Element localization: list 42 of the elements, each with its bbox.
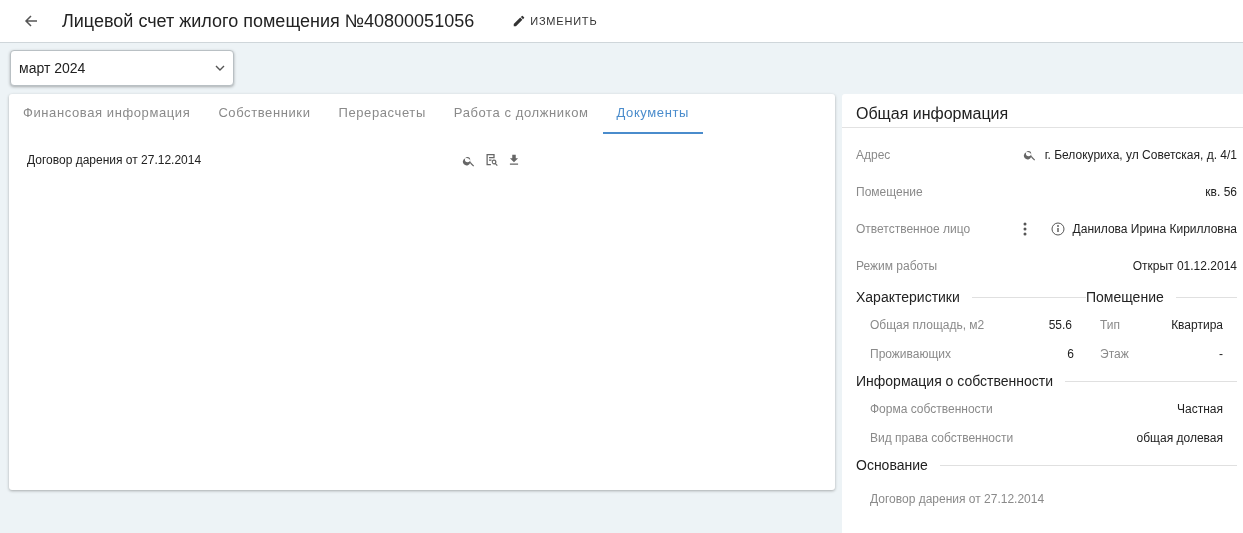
field-label: Этаж (1100, 345, 1129, 363)
field-value: 6 (1067, 345, 1074, 363)
download-icon[interactable] (507, 152, 521, 167)
edit-button[interactable]: ИЗМЕНИТЬ (506, 11, 604, 31)
field-label: Режим работы (856, 257, 938, 275)
page-title: Лицевой счет жилого помещения №40800051056 (62, 9, 475, 33)
chevron-down-icon (215, 65, 225, 71)
tab[interactable]: Документы (602, 94, 703, 134)
field-value: Квартира (1171, 316, 1223, 334)
section-title: Характеристики (856, 287, 960, 307)
period-select[interactable]: март 2024 (10, 50, 234, 86)
field-value: г. Белокуриха, ул Советская, д. 4/1 (1044, 146, 1237, 164)
section-title: Информация о собственности (856, 371, 1054, 391)
tab[interactable]: Собственники (204, 94, 325, 134)
field-label: Проживающих (870, 345, 952, 363)
field-label: Форма собственности (870, 400, 993, 418)
field-value: - (1219, 345, 1223, 363)
pencil-icon (512, 14, 527, 28)
field-value: Частная (1177, 400, 1223, 418)
field-label: Договор дарения от 27.12.2014 (870, 490, 1045, 508)
back-arrow-icon[interactable] (24, 14, 38, 28)
field-label: Тип (1100, 316, 1120, 334)
tab[interactable]: Работа с должником (439, 94, 603, 134)
tab[interactable]: Перерасчеты (324, 94, 440, 134)
field-label: Помещение (856, 183, 923, 201)
panel-title: Общая информация (842, 94, 1243, 128)
field-value: 55.6 (1048, 316, 1072, 334)
field-label: Общая площадь, м2 (870, 316, 985, 334)
field-label: Ответственное лицо (856, 220, 971, 238)
more-vertical-icon[interactable] (1022, 221, 1027, 236)
section-title: Основание (856, 455, 928, 475)
tab[interactable]: Финансовая информация (9, 94, 205, 134)
section-title: Помещение (1086, 287, 1164, 307)
info-icon[interactable] (1050, 221, 1065, 236)
field-value: Данилова Ирина Кирилловна (1072, 220, 1237, 238)
field-label: Адрес (856, 146, 891, 164)
field-label: Вид права собственности (870, 429, 1014, 447)
document-name: Договор дарения от 27.12.2014 (27, 151, 203, 169)
document-preview-icon[interactable] (484, 152, 499, 168)
field-value: Открыт 01.12.2014 (1132, 257, 1237, 275)
field-value: кв. 56 (1205, 183, 1237, 201)
field-value: общая долевая (1136, 429, 1223, 447)
